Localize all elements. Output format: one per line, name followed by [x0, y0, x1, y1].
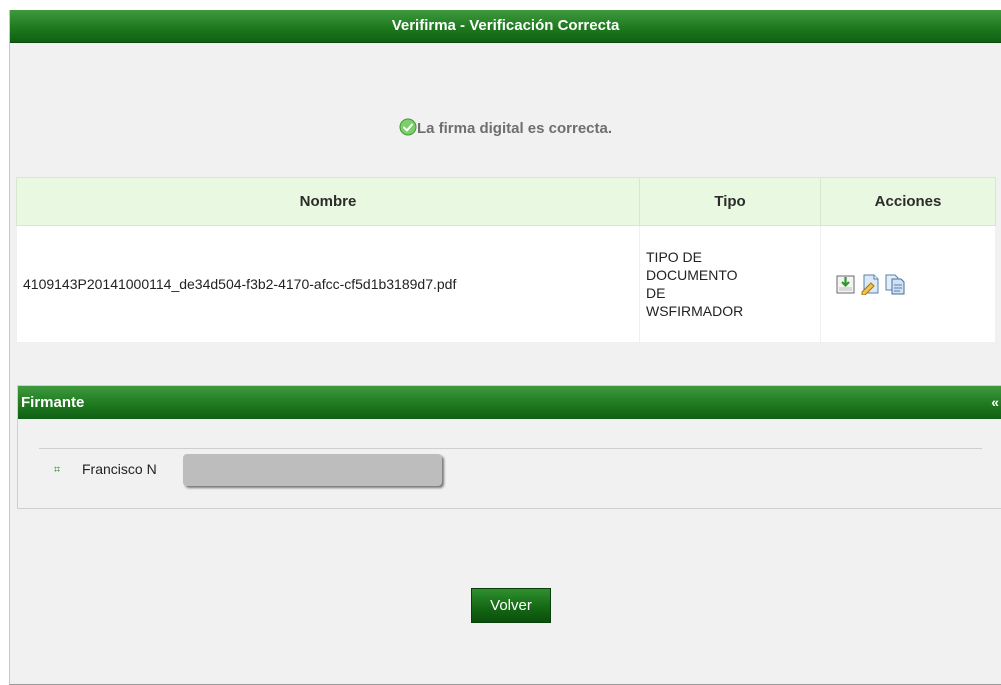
collapse-icon[interactable]: « — [991, 386, 999, 419]
verification-panel: Verifirma - Verificación Correcta La fir… — [9, 10, 1001, 685]
file-actions-cell — [820, 225, 996, 343]
file-name: 4109143P20141000114_de34d504-f3b2-4170-a… — [23, 275, 457, 292]
file-type-line: WSFIRMADOR — [646, 303, 744, 319]
volver-button[interactable]: Volver — [471, 588, 551, 623]
table-header-row: Nombre Tipo Acciones — [16, 177, 996, 226]
firmante-header: Firmante « — [18, 386, 1001, 419]
edit-document-icon[interactable] — [859, 273, 881, 295]
check-circle-icon — [399, 118, 417, 136]
file-type-line: DOCUMENTO — [646, 267, 738, 283]
copy-document-icon[interactable] — [883, 273, 907, 295]
table-row: 4109143P20141000114_de34d504-f3b2-4170-a… — [16, 225, 996, 343]
file-type-cell: TIPO DE DOCUMENTO DE WSFIRMADOR — [638, 225, 822, 343]
window-title: Verifirma - Verificación Correcta — [10, 10, 1001, 43]
status-message-row: La firma digital es correcta. — [10, 118, 1001, 137]
redaction-overlay — [183, 454, 442, 486]
file-type-line: TIPO DE — [646, 249, 703, 265]
firmante-section: Firmante « ⌗ Francisco N — [17, 385, 1001, 509]
column-header-name[interactable]: Nombre — [16, 177, 640, 226]
column-header-actions: Acciones — [820, 177, 996, 226]
signer-name: Francisco N — [82, 461, 157, 477]
column-header-type[interactable]: Tipo — [638, 177, 822, 226]
file-type-line: DE — [646, 285, 666, 301]
bullet-icon: ⌗ — [54, 464, 61, 476]
file-name-cell: 4109143P20141000114_de34d504-f3b2-4170-a… — [16, 225, 640, 343]
download-document-icon[interactable] — [835, 273, 857, 295]
files-table: Nombre Tipo Acciones 4109143P20141000114… — [16, 177, 996, 343]
firmante-title: Firmante — [21, 394, 85, 411]
signer-item: ⌗ Francisco N — [54, 461, 157, 477]
divider — [39, 448, 982, 449]
status-message: La firma digital es correcta. — [416, 120, 613, 137]
